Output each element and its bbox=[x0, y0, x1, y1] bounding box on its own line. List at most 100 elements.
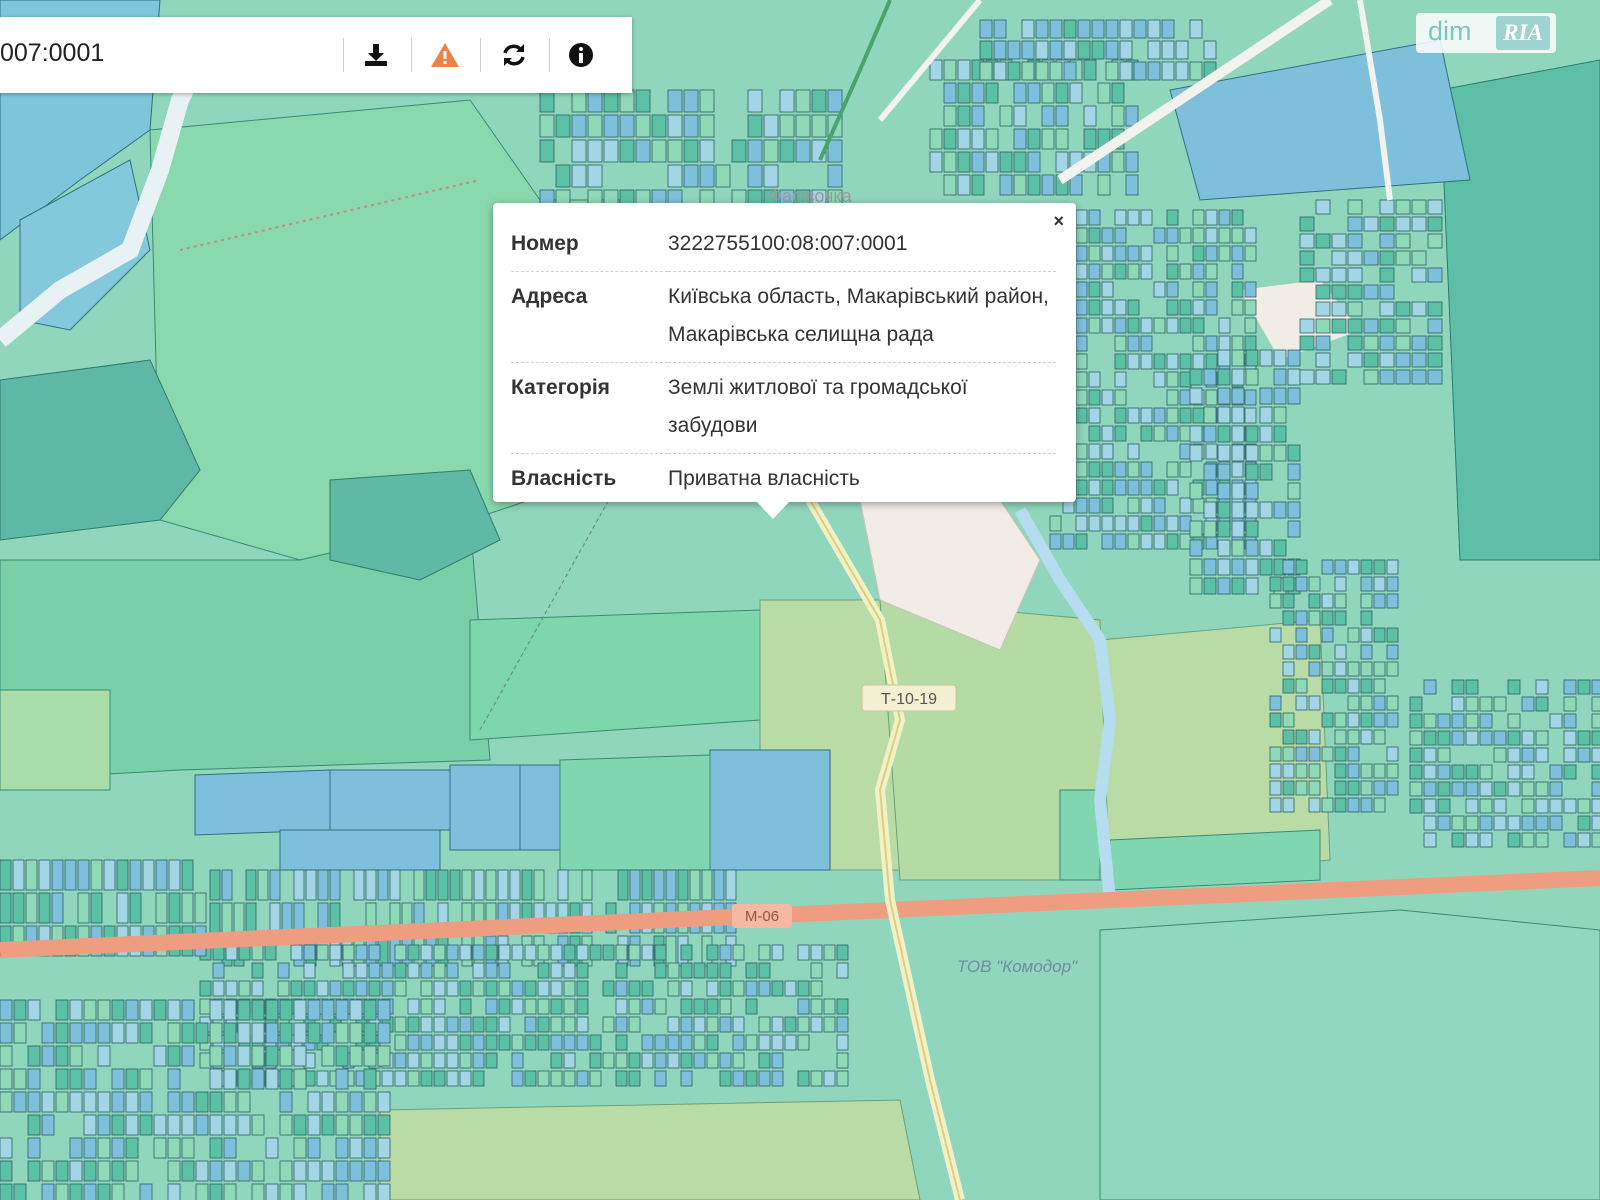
land-parcel[interactable] bbox=[533, 869, 545, 901]
land-parcel[interactable] bbox=[1021, 61, 1035, 81]
land-parcel[interactable] bbox=[1105, 61, 1119, 81]
land-parcel[interactable] bbox=[1347, 301, 1363, 317]
land-parcel[interactable] bbox=[41, 1183, 55, 1200]
land-parcel[interactable] bbox=[335, 1091, 349, 1113]
land-parcel[interactable] bbox=[1373, 763, 1386, 779]
land-parcel[interactable] bbox=[1591, 747, 1600, 763]
land-parcel[interactable] bbox=[615, 1034, 628, 1051]
land-parcel[interactable] bbox=[563, 962, 576, 979]
land-parcel[interactable] bbox=[1114, 353, 1127, 370]
land-parcel[interactable] bbox=[69, 1160, 83, 1182]
land-parcel[interactable] bbox=[55, 1160, 69, 1182]
land-parcel[interactable] bbox=[407, 1070, 420, 1087]
land-parcel[interactable] bbox=[706, 1052, 719, 1069]
land-parcel[interactable] bbox=[111, 1068, 125, 1090]
land-parcel[interactable] bbox=[1360, 729, 1373, 745]
land-parcel[interactable] bbox=[307, 1160, 321, 1182]
land-parcel[interactable] bbox=[719, 1070, 732, 1087]
land-parcel[interactable] bbox=[1479, 713, 1493, 729]
land-parcel[interactable] bbox=[1217, 406, 1231, 424]
land-parcel[interactable] bbox=[1105, 19, 1119, 39]
land-parcel[interactable] bbox=[1097, 174, 1111, 196]
land-parcel[interactable] bbox=[251, 1022, 265, 1044]
land-parcel[interactable] bbox=[167, 999, 181, 1021]
land-parcel[interactable] bbox=[1411, 216, 1427, 232]
land-parcel[interactable] bbox=[619, 114, 635, 138]
land-parcel[interactable] bbox=[251, 1183, 265, 1200]
land-parcel[interactable] bbox=[1521, 747, 1535, 763]
land-parcel[interactable] bbox=[1203, 577, 1217, 595]
land-parcel[interactable] bbox=[1013, 151, 1027, 173]
land-parcel[interactable] bbox=[1395, 250, 1411, 266]
land-parcel[interactable] bbox=[181, 1160, 195, 1182]
land-parcel[interactable] bbox=[1427, 199, 1443, 215]
land-parcel[interactable] bbox=[943, 59, 957, 81]
land-parcel[interactable] bbox=[1395, 199, 1411, 215]
land-parcel[interactable] bbox=[155, 892, 168, 924]
land-parcel[interactable] bbox=[251, 1068, 265, 1090]
land-parcel[interactable] bbox=[446, 944, 459, 961]
land-parcel[interactable] bbox=[811, 114, 827, 138]
land-parcel[interactable] bbox=[1282, 661, 1295, 677]
land-parcel[interactable] bbox=[111, 1114, 125, 1136]
land-parcel[interactable] bbox=[1244, 299, 1257, 316]
land-parcel[interactable] bbox=[550, 998, 563, 1015]
land-parcel[interactable] bbox=[1101, 515, 1114, 532]
land-parcel[interactable] bbox=[699, 139, 715, 163]
land-parcel[interactable] bbox=[1179, 317, 1192, 334]
land-parcel[interactable] bbox=[1166, 371, 1179, 388]
land-parcel[interactable] bbox=[1114, 461, 1127, 478]
land-parcel[interactable] bbox=[827, 89, 843, 113]
land-parcel[interactable] bbox=[680, 1016, 693, 1033]
land-parcel[interactable] bbox=[1379, 369, 1395, 385]
land-parcel[interactable] bbox=[1331, 284, 1347, 300]
land-parcel[interactable] bbox=[929, 151, 943, 173]
land-parcel[interactable] bbox=[69, 999, 83, 1021]
land-parcel[interactable] bbox=[238, 944, 251, 961]
land-parcel[interactable] bbox=[167, 1160, 181, 1182]
land-parcel[interactable] bbox=[1218, 209, 1231, 226]
land-parcel[interactable] bbox=[1245, 463, 1259, 481]
land-parcel[interactable] bbox=[1161, 40, 1175, 60]
land-parcel[interactable] bbox=[1269, 593, 1282, 609]
land-parcel[interactable] bbox=[1577, 815, 1591, 831]
land-parcel[interactable] bbox=[1299, 216, 1315, 232]
land-parcel[interactable] bbox=[1507, 713, 1521, 729]
land-parcel[interactable] bbox=[394, 1070, 407, 1087]
land-parcel[interactable] bbox=[539, 139, 555, 163]
land-parcel[interactable] bbox=[167, 1045, 181, 1067]
land-parcel[interactable] bbox=[1125, 151, 1139, 173]
land-parcel[interactable] bbox=[329, 980, 342, 997]
land-parcel[interactable] bbox=[251, 999, 265, 1021]
land-parcel[interactable] bbox=[1521, 815, 1535, 831]
land-parcel[interactable] bbox=[279, 1114, 293, 1136]
land-parcel[interactable] bbox=[719, 1052, 732, 1069]
land-parcel[interactable] bbox=[27, 999, 41, 1021]
land-parcel[interactable] bbox=[1347, 627, 1360, 643]
land-parcel[interactable] bbox=[167, 1068, 181, 1090]
land-parcel[interactable] bbox=[1245, 425, 1259, 443]
land-parcel[interactable] bbox=[41, 1045, 55, 1067]
land-parcel[interactable] bbox=[715, 164, 731, 188]
land-parcel[interactable] bbox=[1347, 199, 1363, 215]
land-parcel[interactable] bbox=[797, 998, 810, 1015]
land-parcel[interactable] bbox=[1379, 267, 1395, 283]
land-parcel[interactable] bbox=[69, 1022, 83, 1044]
land-parcel[interactable] bbox=[654, 962, 667, 979]
land-parcel[interactable] bbox=[251, 1114, 265, 1136]
land-parcel[interactable] bbox=[1347, 729, 1360, 745]
land-parcel[interactable] bbox=[389, 869, 401, 901]
land-parcel[interactable] bbox=[1179, 371, 1192, 388]
land-parcel[interactable] bbox=[571, 139, 587, 163]
land-parcel[interactable] bbox=[167, 1022, 181, 1044]
land-parcel[interactable] bbox=[1245, 368, 1259, 386]
land-parcel[interactable] bbox=[576, 1034, 589, 1051]
land-parcel[interactable] bbox=[293, 999, 307, 1021]
land-parcel[interactable] bbox=[407, 962, 420, 979]
land-parcel[interactable] bbox=[420, 1016, 433, 1033]
land-parcel[interactable] bbox=[1299, 233, 1315, 249]
land-parcel[interactable] bbox=[524, 1016, 537, 1033]
land-parcel[interactable] bbox=[745, 962, 758, 979]
land-parcel[interactable] bbox=[1244, 407, 1257, 424]
land-parcel[interactable] bbox=[394, 962, 407, 979]
